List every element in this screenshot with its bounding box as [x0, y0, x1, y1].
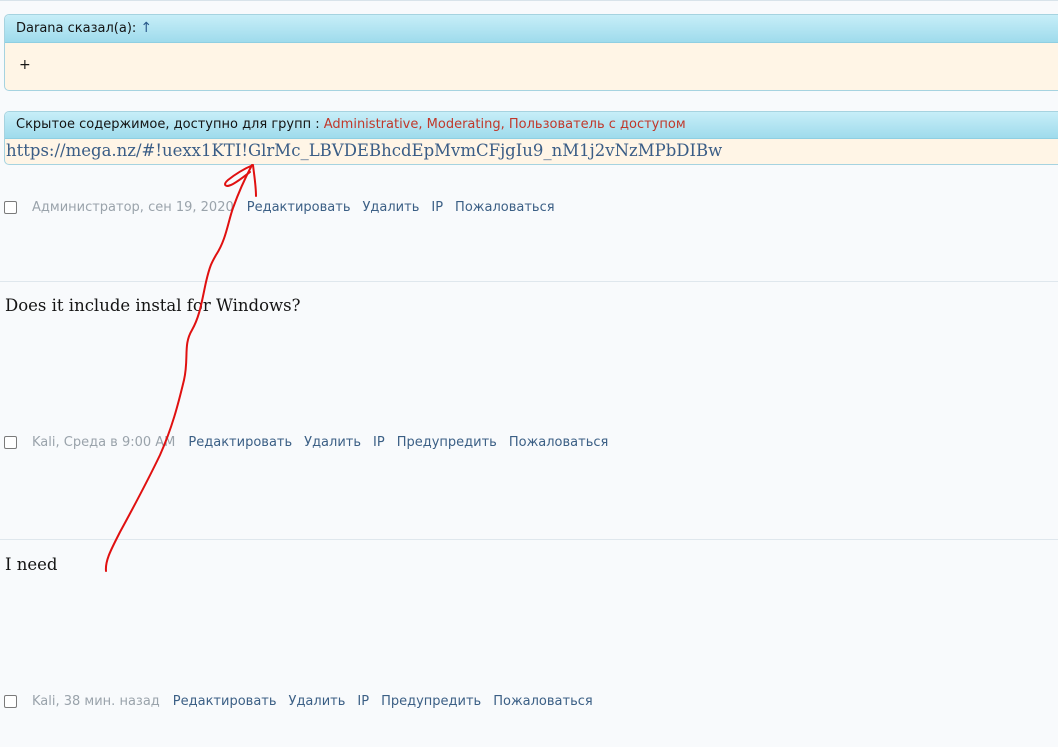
warn-link[interactable]: Предупредить [381, 694, 481, 709]
edit-link[interactable]: Редактировать [188, 435, 292, 450]
arrow-head [224, 164, 257, 197]
post-footer-2: Kali, Среда в 9:00 AM Редактировать Удал… [4, 433, 620, 451]
hidden-content-block: Скрытое содержимое, доступно для групп :… [4, 111, 1058, 165]
delete-link[interactable]: Удалить [289, 694, 346, 709]
select-post-checkbox[interactable] [4, 200, 17, 214]
group-access-users: Пользователь с доступом [508, 117, 686, 132]
delete-link[interactable]: Удалить [362, 200, 419, 215]
edit-link[interactable]: Редактировать [173, 694, 277, 709]
post-footer-1: Администратор, сен 19, 2020 Редактироват… [4, 198, 567, 216]
hidden-content-header: Скрытое содержимое, доступно для групп :… [5, 112, 1058, 139]
ip-link[interactable]: IP [357, 694, 369, 709]
post-divider [0, 281, 1058, 282]
select-post-checkbox[interactable] [4, 694, 17, 708]
quote-block: Darana сказал(а): ↑ + [4, 14, 1058, 91]
post-message: I need [5, 555, 58, 574]
report-link[interactable]: Пожаловаться [509, 435, 609, 450]
mega-link[interactable]: https://mega.nz/#!uexx1KTI!GlrMc_LBVDEBh… [5, 139, 1058, 163]
group-moderating: Moderating, [426, 117, 505, 132]
top-divider [0, 0, 1058, 1]
ip-link[interactable]: IP [373, 435, 385, 450]
report-link[interactable]: Пожаловаться [493, 694, 593, 709]
quote-header: Darana сказал(а): ↑ [5, 15, 1058, 43]
warn-link[interactable]: Предупредить [397, 435, 497, 450]
post-message: Does it include instal for Windows? [5, 296, 301, 315]
ip-link[interactable]: IP [431, 200, 443, 215]
delete-link[interactable]: Удалить [304, 435, 361, 450]
quote-body: + [19, 57, 31, 73]
quote-author: Darana сказал(а): [16, 21, 137, 36]
group-administrative: Administrative, [323, 117, 423, 132]
report-link[interactable]: Пожаловаться [455, 200, 555, 215]
post-meta[interactable]: Администратор, сен 19, 2020 [32, 200, 234, 215]
post-meta[interactable]: Kali, 38 мин. назад [32, 694, 160, 709]
post-footer-3: Kali, 38 мин. назад Редактировать Удалит… [4, 692, 605, 710]
select-post-checkbox[interactable] [4, 435, 17, 449]
edit-link[interactable]: Редактировать [247, 200, 351, 215]
post-meta[interactable]: Kali, Среда в 9:00 AM [32, 435, 175, 450]
hidden-content-prefix: Скрытое содержимое, доступно для групп : [16, 117, 320, 132]
arrow-shaft [104, 164, 253, 572]
post-divider [0, 539, 1058, 540]
quote-jump-arrow-icon[interactable]: ↑ [140, 20, 152, 36]
